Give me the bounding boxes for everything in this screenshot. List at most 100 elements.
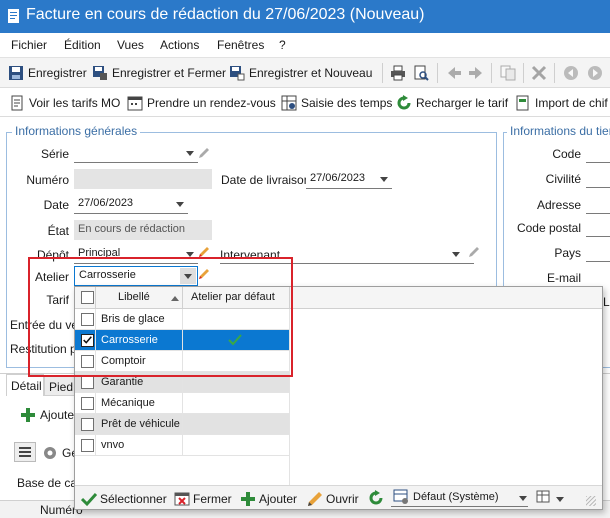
save-new-label: Enregistrer et Nouveau [249, 66, 373, 80]
tiers-pays-field[interactable] [586, 242, 610, 262]
pencil-icon [308, 492, 322, 506]
print-icon[interactable] [390, 65, 406, 81]
tiers-civilite-field[interactable] [586, 168, 610, 188]
pencil-icon[interactable] [198, 147, 210, 159]
import-label: Import de chif [535, 96, 608, 110]
arrow-left-icon[interactable] [446, 65, 462, 81]
row-checkbox[interactable] [81, 376, 94, 389]
atelier-row[interactable]: Mécanique [75, 393, 289, 414]
open-button[interactable]: Ouvrir [307, 491, 359, 507]
row-label: Garantie [101, 376, 144, 388]
window-title: Facture en cours de rédaction du 27/06/2… [26, 6, 425, 23]
select-button[interactable]: Sélectionner [81, 491, 167, 507]
ge-button[interactable]: Ge [42, 445, 78, 461]
rdv-button[interactable]: Prendre un rendez-vous [127, 95, 276, 111]
chevron-down-icon[interactable] [556, 497, 564, 502]
chevron-down-icon[interactable] [452, 252, 460, 257]
tarifs-mo-button[interactable]: Voir les tarifs MO [9, 95, 120, 111]
toolbar-separator [523, 63, 524, 83]
row-checkbox[interactable] [81, 439, 94, 452]
tab-detail[interactable]: Détail [6, 374, 44, 396]
document-icon [11, 95, 23, 111]
save-close-icon [93, 66, 107, 80]
date-field[interactable]: 27/06/2023 [74, 194, 188, 214]
row-label: vnvo [101, 439, 125, 451]
chevron-down-icon[interactable] [519, 496, 527, 501]
menu-fenetres[interactable]: Fenêtres [217, 38, 264, 52]
saisie-temps-button[interactable]: Saisie des temps [281, 95, 392, 111]
add-button[interactable]: Ajouter [240, 491, 297, 507]
check-icon [81, 492, 97, 507]
toolbar-separator [437, 63, 438, 83]
plus-icon [241, 492, 255, 506]
gear-icon [44, 447, 56, 459]
view-combo-label: Défaut (Système) [413, 491, 499, 503]
recharger-label: Recharger le tarif [416, 96, 509, 110]
save-close-button[interactable]: Enregistrer et Fermer [92, 65, 226, 81]
chevron-down-icon[interactable] [380, 177, 388, 182]
arrow-right-icon[interactable] [468, 65, 484, 81]
tab-detail-label: Détail [11, 379, 42, 393]
chevron-down-icon[interactable] [186, 151, 194, 156]
tiers-truncated-label: Le [603, 295, 610, 309]
save-new-button[interactable]: Enregistrer et Nouveau [229, 65, 372, 81]
add-line-button[interactable]: Ajoute [20, 407, 74, 423]
delete-icon[interactable] [531, 65, 547, 81]
tiers-adresse-label: Adresse [536, 198, 581, 212]
print-preview-icon[interactable] [413, 65, 429, 81]
tiers-email-label: E-mail [546, 271, 581, 285]
tiers-adresse-field[interactable] [586, 194, 610, 214]
refresh-icon [397, 95, 411, 110]
menu-fichier[interactable]: Fichier [11, 38, 47, 52]
row-label: Mécanique [101, 397, 155, 409]
previous-record-icon[interactable] [563, 65, 579, 81]
numero-label: Numéro [26, 173, 69, 187]
pencil-icon[interactable] [468, 246, 480, 258]
atelier-row[interactable]: vnvo [75, 435, 289, 456]
close-button[interactable]: Fermer [174, 491, 232, 507]
etat-label: État [47, 224, 69, 238]
chevron-down-icon[interactable] [176, 202, 184, 207]
close-label: Fermer [193, 492, 232, 506]
menu-help[interactable]: ? [279, 38, 286, 52]
date-label: Date [43, 198, 69, 212]
copy-icon[interactable] [500, 65, 516, 81]
general-info-legend: Informations générales [12, 124, 141, 138]
toolbar-separator [554, 63, 555, 83]
row-checkbox[interactable] [81, 397, 94, 410]
title-bar: Facture en cours de rédaction du 27/06/2… [0, 0, 610, 33]
menu-edition[interactable]: Édition [64, 38, 101, 52]
recharger-button[interactable]: Recharger le tarif [396, 95, 508, 111]
menu-vues[interactable]: Vues [117, 38, 144, 52]
app-icon [8, 9, 19, 23]
resize-grip[interactable] [586, 496, 596, 506]
import-button[interactable]: Import de chif [515, 95, 608, 111]
refresh-icon[interactable] [368, 490, 384, 506]
menu-actions[interactable]: Actions [160, 38, 199, 52]
tiers-code-field[interactable] [586, 143, 610, 163]
view-combo[interactable]: Défaut (Système) [391, 488, 528, 507]
base-calcul-label: Base de cal [17, 476, 80, 490]
dropdown-footer: Sélectionner Fermer Ajouter Ouvrir Défau… [75, 485, 602, 509]
save-button[interactable]: Enregistrer [8, 65, 87, 81]
tiers-codepostal-label: Code postal [516, 221, 581, 235]
tiers-pays-label: Pays [554, 246, 581, 260]
tiers-info-legend: Informations du tiers [507, 124, 610, 138]
save-new-icon [230, 66, 245, 81]
list-view-button[interactable] [14, 442, 36, 462]
tab-pied[interactable]: Pied [44, 376, 76, 396]
menu-bar: Fichier Édition Vues Actions Fenêtres ? [0, 33, 610, 57]
grid-options-icon[interactable] [536, 490, 552, 506]
add-label: Ajouter [259, 492, 298, 506]
plus-icon [21, 408, 35, 422]
save-label: Enregistrer [28, 66, 87, 80]
etat-field: En cours de rédaction [74, 220, 212, 240]
atelier-row[interactable]: Prêt de véhicule [75, 414, 289, 435]
serie-combo[interactable] [74, 143, 198, 163]
tiers-codepostal-field[interactable] [586, 217, 610, 237]
row-checkbox[interactable] [81, 418, 94, 431]
next-record-icon[interactable] [587, 65, 603, 81]
toolbar-separator [382, 63, 383, 83]
table-settings-icon [393, 489, 408, 504]
serie-label: Série [40, 147, 69, 161]
